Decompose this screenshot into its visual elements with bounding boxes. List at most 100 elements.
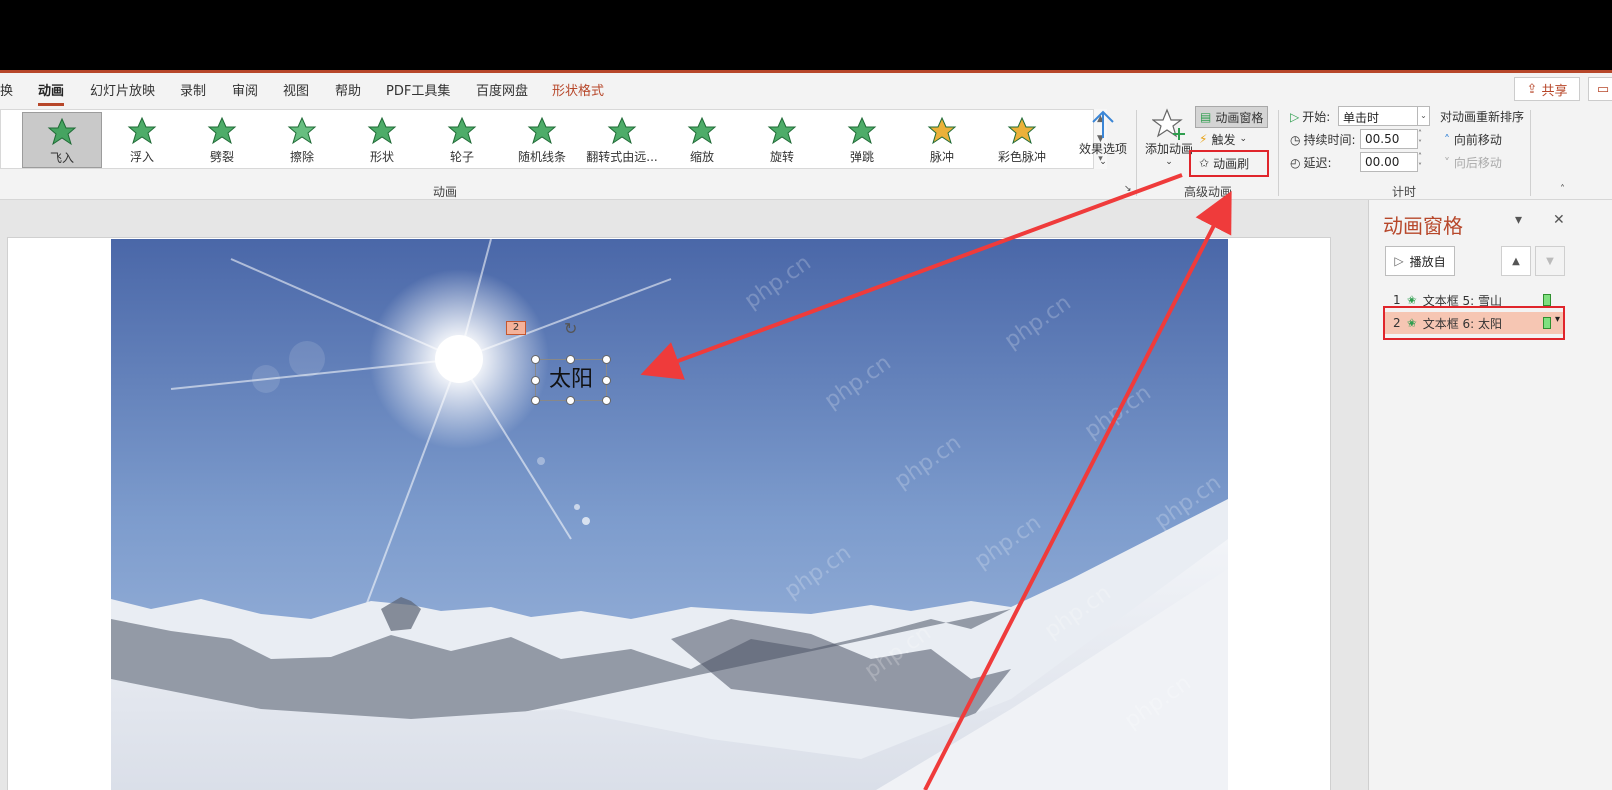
window-top-bar: [0, 0, 1612, 70]
resize-handle[interactable]: [566, 355, 575, 364]
animation-pane-button[interactable]: ▤ 动画窗格: [1195, 106, 1269, 128]
textbox-sun[interactable]: 太阳: [535, 359, 607, 401]
animation-option-label: 缩放: [689, 150, 714, 164]
move-earlier-button[interactable]: ˄ 向前移动: [1444, 131, 1502, 148]
comment-icon: ▭: [1596, 81, 1610, 97]
trigger-button[interactable]: ⚡ 触发 ⌄: [1199, 128, 1247, 150]
animation-option-label: 脉冲: [929, 150, 954, 164]
tab-0[interactable]: 换: [0, 80, 13, 99]
animation-star-icon: [127, 116, 157, 145]
resize-handle[interactable]: [602, 355, 611, 364]
animation-star-icon: [47, 117, 77, 146]
animation-star-icon: [527, 116, 557, 145]
tab-9[interactable]: 形状格式: [552, 80, 604, 99]
resize-handle[interactable]: [531, 396, 540, 405]
tab-2[interactable]: 幻灯片放映: [90, 80, 155, 99]
move-down-button[interactable]: ▼: [1535, 246, 1565, 276]
pane-options-icon[interactable]: ▾: [1515, 212, 1522, 228]
animation-option-6[interactable]: 随机线条: [502, 112, 582, 168]
start-select[interactable]: 单击时: [1338, 106, 1418, 126]
divider: [1530, 110, 1531, 196]
fly-in-star-icon: ✬: [1406, 293, 1417, 307]
animation-star-icon: [447, 116, 477, 145]
duration-spinner-icon[interactable]: ˄ ˅: [1414, 129, 1426, 149]
resize-handle[interactable]: [602, 396, 611, 405]
delay-spinner-icon[interactable]: ˄ ˅: [1414, 152, 1426, 172]
divider: [1278, 110, 1279, 196]
tab-8[interactable]: 百度网盘: [476, 80, 528, 99]
move-later-button[interactable]: ˅ 向后移动: [1444, 154, 1502, 171]
tab-4[interactable]: 审阅: [232, 80, 258, 99]
triangle-down-icon: ▼: [1546, 255, 1554, 267]
animation-option-7[interactable]: 翻转式由远...: [582, 112, 662, 168]
animation-option-label: 劈裂: [209, 150, 234, 164]
group-label-advanced: 高级动画: [1184, 185, 1233, 199]
animation-star-icon: [367, 116, 397, 145]
ribbon-tabs: 换 动画 幻灯片放映 录制 审阅 视图 帮助 PDF工具集 百度网盘 形状格式: [0, 73, 1612, 106]
animation-star-icon: [1007, 116, 1037, 145]
animation-option-label: 擦除: [289, 150, 314, 164]
caret-up-icon: ˄: [1444, 133, 1450, 147]
animation-option-11[interactable]: 脉冲: [902, 112, 982, 168]
share-label: 共享: [1541, 83, 1568, 99]
group-label-animation: 动画: [433, 185, 458, 199]
effect-options-button[interactable]: 效果选项 ⌄: [1076, 108, 1130, 167]
triangle-up-icon: ▲: [1512, 255, 1520, 267]
timing-bar: [1543, 294, 1551, 306]
duration-input[interactable]: 00.50: [1360, 129, 1418, 149]
collapse-ribbon-icon[interactable]: ˄: [1560, 184, 1565, 195]
effect-options-chevron-icon: ⌄: [1099, 157, 1107, 167]
animation-option-10[interactable]: 弹跳: [822, 112, 902, 168]
slide-canvas[interactable]: php.cn php.cn php.cn php.cn php.cn php.c…: [7, 237, 1331, 790]
resize-handle[interactable]: [566, 396, 575, 405]
resize-handle[interactable]: [531, 355, 540, 364]
animation-option-label: 旋转: [769, 150, 794, 164]
duration-label: ◷ 持续时间:: [1290, 132, 1356, 148]
play-from-label: 播放自: [1409, 254, 1446, 269]
resize-handle[interactable]: [602, 376, 611, 385]
up-arrow-icon: [1092, 110, 1114, 138]
animation-option-5[interactable]: 轮子: [422, 112, 502, 168]
animation-option-4[interactable]: 形状: [342, 112, 422, 168]
animation-star-icon: [687, 116, 717, 145]
tab-3[interactable]: 录制: [180, 80, 206, 99]
ribbon: 飞入 浮入 劈裂 擦除 形状 轮子 随机线条 翻转式由远... 缩放 旋转 弹跳 脉冲 彩色脉冲 ▲ ▼…: [0, 106, 1612, 200]
close-icon[interactable]: ✕: [1553, 212, 1565, 228]
animation-option-9[interactable]: 旋转: [742, 112, 822, 168]
delay-input[interactable]: 00.00: [1360, 152, 1418, 172]
animation-option-label: 弹跳: [849, 150, 874, 164]
tab-5[interactable]: 视图: [283, 80, 309, 99]
animation-option-1[interactable]: 浮入: [102, 112, 182, 168]
animation-gallery: 飞入 浮入 劈裂 擦除 形状 轮子 随机线条 翻转式由远... 缩放 旋转 弹跳 脉冲 彩色脉冲: [0, 109, 1106, 169]
animation-option-8[interactable]: 缩放: [662, 112, 742, 168]
tab-1[interactable]: 动画: [38, 80, 65, 106]
item-number: 1: [1393, 293, 1401, 307]
play-icon: ▷: [1290, 109, 1300, 124]
animation-option-label: 彩色脉冲: [997, 150, 1046, 164]
comment-button[interactable]: ▭: [1588, 77, 1612, 101]
animation-option-3[interactable]: 擦除: [262, 112, 342, 168]
tab-6[interactable]: 帮助: [335, 80, 361, 99]
play-from-button[interactable]: ▷ 播放自: [1385, 246, 1455, 276]
caret-down-icon: ˅: [1444, 156, 1450, 170]
animation-option-2[interactable]: 劈裂: [182, 112, 262, 168]
animation-option-label: 轮子: [449, 150, 474, 164]
tab-7[interactable]: PDF工具集: [386, 80, 450, 99]
play-icon: ▷: [1394, 254, 1404, 268]
divider: [1136, 110, 1137, 196]
animation-option-label: 翻转式由远...: [586, 150, 658, 164]
animation-option-12[interactable]: 彩色脉冲: [982, 112, 1062, 168]
slide-photo[interactable]: php.cn php.cn php.cn php.cn php.cn php.c…: [111, 239, 1228, 790]
move-up-button[interactable]: ▲: [1501, 246, 1531, 276]
animation-pane: 动画窗格 ▾ ✕ ▷ 播放自 ▲ ▼ 1 ✬ 文本框 5: 雪山 2 ✬ 文本框…: [1368, 200, 1612, 790]
rotate-handle-icon[interactable]: ↻: [564, 319, 577, 338]
start-dropdown-icon[interactable]: ⌄: [1418, 106, 1430, 126]
delay-label: ◴ 延迟:: [1290, 155, 1332, 171]
share-button[interactable]: ⇪ 共享: [1514, 77, 1580, 101]
animation-option-0[interactable]: 飞入: [22, 112, 102, 168]
animation-option-label: 随机线条: [517, 150, 566, 164]
add-animation-button[interactable]: 添加动画 ⌄: [1142, 108, 1196, 167]
dialog-launcher-icon[interactable]: ↘: [1124, 184, 1132, 194]
resize-handle[interactable]: [531, 376, 540, 385]
animation-star-icon: [207, 116, 237, 145]
